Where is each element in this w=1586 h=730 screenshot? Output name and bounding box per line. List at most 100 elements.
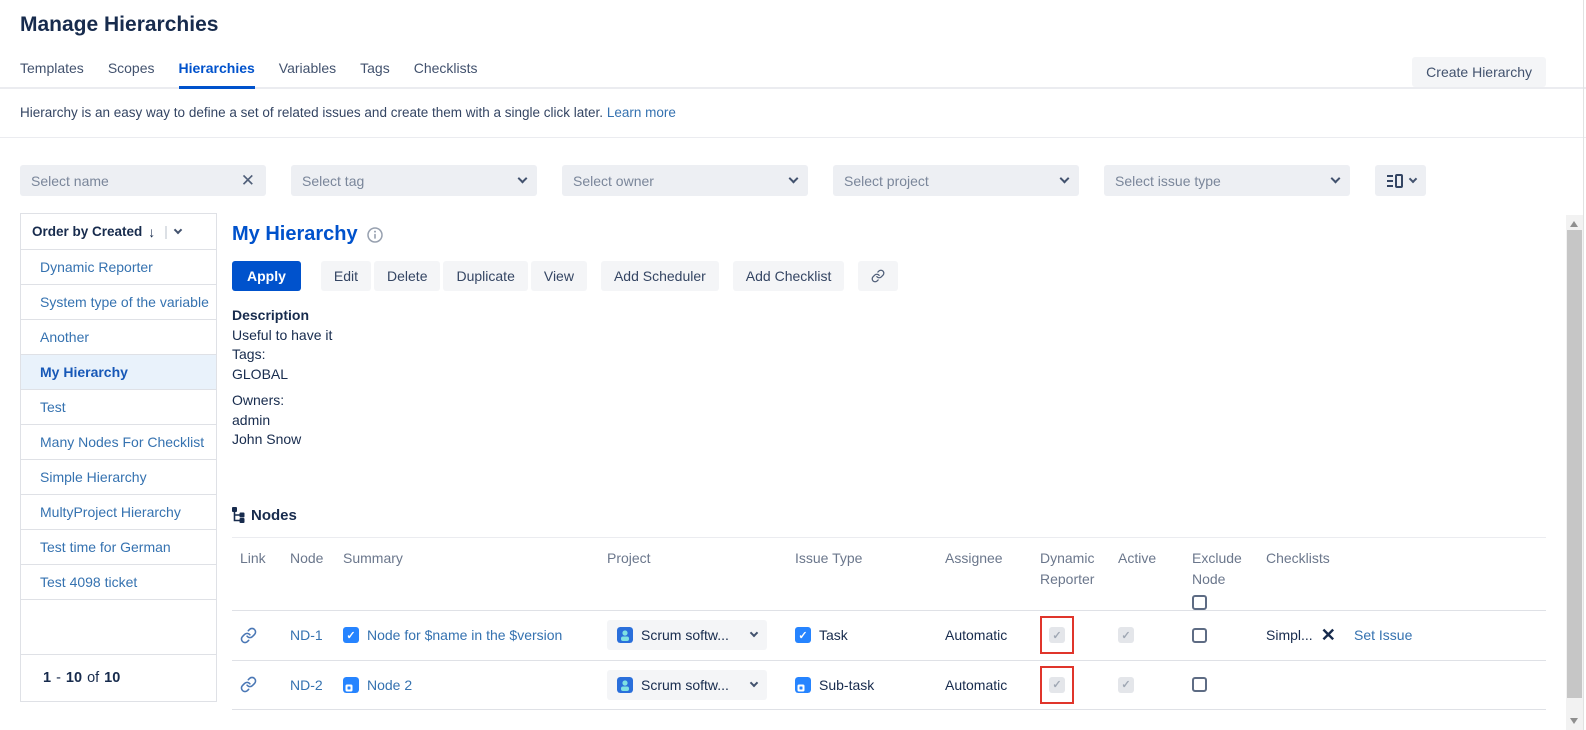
sidebar-spacer (21, 600, 216, 655)
scrollbar-thumb[interactable] (1567, 230, 1582, 698)
tab-templates[interactable]: Templates (20, 60, 84, 87)
node-key-link[interactable]: ND-2 (290, 677, 323, 693)
intro-text: Hierarchy is an easy way to define a set… (0, 89, 1586, 138)
select-name-filter[interactable]: ✕ (20, 165, 266, 196)
copy-link-button[interactable] (858, 261, 899, 291)
exclude-all-checkbox[interactable] (1192, 594, 1207, 610)
sidebar-item-many-nodes[interactable]: Many Nodes For Checklist (21, 425, 216, 460)
tab-hierarchies[interactable]: Hierarchies (178, 60, 255, 89)
col-active: Active (1118, 549, 1157, 566)
view-mode-button[interactable] (1375, 165, 1426, 196)
dynamic-reporter-checkbox[interactable]: ✓ (1049, 627, 1065, 643)
node-summary-link[interactable]: Node 2 (367, 677, 412, 693)
col-node: Node (290, 549, 324, 566)
clear-icon[interactable]: ✕ (241, 172, 255, 189)
col-link: Link (240, 549, 266, 566)
chevron-down-icon (1408, 174, 1417, 183)
search-name-input[interactable] (31, 172, 241, 189)
remove-checklist-icon[interactable]: ✕ (1321, 626, 1336, 644)
description-label: Description (232, 307, 310, 323)
node-summary-link[interactable]: Node for $name in the $version (367, 627, 562, 643)
add-scheduler-button[interactable]: Add Scheduler (600, 261, 719, 291)
select-owner-filter[interactable]: Select owner (562, 165, 808, 196)
content-area: Order by Created ↓ | Dynamic Reporter Sy… (0, 213, 1586, 710)
chevron-down-icon[interactable] (173, 225, 183, 234)
node-key-link[interactable]: ND-1 (290, 627, 323, 643)
tab-tags[interactable]: Tags (360, 60, 390, 87)
sidebar-item-test[interactable]: Test (21, 390, 216, 425)
chevron-down-icon (749, 678, 759, 687)
link-icon[interactable] (240, 676, 257, 693)
edit-button[interactable]: Edit (320, 261, 372, 291)
annotation-red-box: ✓ (1040, 616, 1074, 654)
sidebar-item-system-type[interactable]: System type of the variable (21, 285, 216, 320)
filter-bar: ✕ Select tag Select owner Select project… (0, 138, 1586, 196)
nodes-section-header: Nodes (232, 507, 1546, 524)
exclude-node-checkbox[interactable] (1192, 627, 1207, 643)
project-select[interactable]: Scrum softw... (607, 620, 767, 650)
hierarchy-tree-icon (232, 507, 245, 523)
link-icon[interactable] (240, 627, 257, 644)
col-exclude-node: Exclude Node (1192, 548, 1266, 610)
select-issue-type-filter[interactable]: Select issue type (1104, 165, 1350, 196)
sidebar-item-test-4098[interactable]: Test 4098 ticket (21, 565, 216, 600)
duplicate-button[interactable]: Duplicate (443, 261, 528, 291)
task-icon: ✓ (343, 627, 359, 643)
col-project: Project (607, 549, 651, 566)
select-tag-filter[interactable]: Select tag (291, 165, 537, 196)
sidebar-item-simple-hierarchy[interactable]: Simple Hierarchy (21, 460, 216, 495)
tab-variables[interactable]: Variables (279, 60, 336, 87)
scroll-down-icon[interactable] (1570, 718, 1578, 724)
info-icon[interactable] (366, 226, 383, 243)
issue-type-value: Sub-task (819, 676, 875, 693)
annotation-red-box: ✓ (1040, 665, 1074, 704)
owners-label: Owners: (232, 392, 285, 408)
col-checklists: Checklists (1266, 549, 1330, 566)
subtask-icon (795, 676, 811, 693)
tab-scopes[interactable]: Scopes (108, 60, 155, 87)
col-issue-type: Issue Type (795, 549, 863, 566)
delete-button[interactable]: Delete (374, 261, 441, 291)
hierarchy-list-sidebar: Order by Created ↓ | Dynamic Reporter Sy… (20, 213, 217, 702)
learn-more-link[interactable]: Learn more (607, 105, 676, 120)
set-issue-link[interactable]: Set Issue (1354, 627, 1412, 643)
owner-item: John Snow (232, 431, 302, 447)
tags-label: Tags: (232, 346, 266, 362)
project-select[interactable]: Scrum softw... (607, 669, 767, 700)
link-icon (871, 269, 885, 283)
project-avatar (617, 627, 633, 643)
sidebar-item-multyproject[interactable]: MultyProject Hierarchy (21, 495, 216, 530)
create-hierarchy-button[interactable]: Create Hierarchy (1412, 57, 1546, 87)
manage-hierarchies-page: Manage Hierarchies Create Hierarchy Temp… (0, 0, 1586, 730)
sidebar-item-test-time-german[interactable]: Test time for German (21, 530, 216, 565)
pagination: 1 - 10 of 10 (21, 655, 216, 702)
checklist-name: Simpl... (1266, 627, 1313, 643)
action-button-group: Edit Delete Duplicate View (320, 261, 587, 291)
chevron-down-icon (517, 173, 528, 184)
scroll-up-icon[interactable] (1570, 221, 1578, 227)
description-block: Description Useful to have it Tags: GLOB… (232, 306, 1546, 450)
sidebar-item-another[interactable]: Another (21, 320, 216, 355)
hierarchy-detail-panel: My Hierarchy Apply Edit Delete Duplicate… (217, 213, 1586, 710)
col-assignee: Assignee (945, 549, 1003, 566)
hierarchy-title: My Hierarchy (232, 223, 358, 245)
apply-button[interactable]: Apply (232, 261, 301, 291)
sort-direction-icon[interactable]: ↓ (148, 224, 155, 240)
sidebar-item-my-hierarchy[interactable]: My Hierarchy (21, 355, 216, 390)
hierarchy-toolbar: Apply Edit Delete Duplicate View Add Sch… (232, 261, 1546, 291)
view-button[interactable]: View (530, 261, 587, 291)
nodes-table-header: Link Node Summary Project Issue Type Ass… (232, 536, 1546, 610)
add-checklist-button[interactable]: Add Checklist (732, 261, 845, 291)
order-by-control[interactable]: Order by Created ↓ | (21, 213, 216, 250)
exclude-node-checkbox[interactable] (1192, 677, 1207, 692)
sidebar-item-dynamic-reporter[interactable]: Dynamic Reporter (21, 250, 216, 285)
detail-view-icon (1386, 173, 1403, 188)
active-checkbox[interactable]: ✓ (1118, 627, 1134, 643)
window-edge (1583, 0, 1584, 730)
vertical-scrollbar[interactable] (1566, 215, 1583, 730)
task-icon: ✓ (795, 627, 811, 643)
tab-checklists[interactable]: Checklists (414, 60, 478, 87)
dynamic-reporter-checkbox[interactable]: ✓ (1049, 676, 1065, 693)
select-project-filter[interactable]: Select project (833, 165, 1079, 196)
active-checkbox[interactable]: ✓ (1118, 676, 1134, 693)
